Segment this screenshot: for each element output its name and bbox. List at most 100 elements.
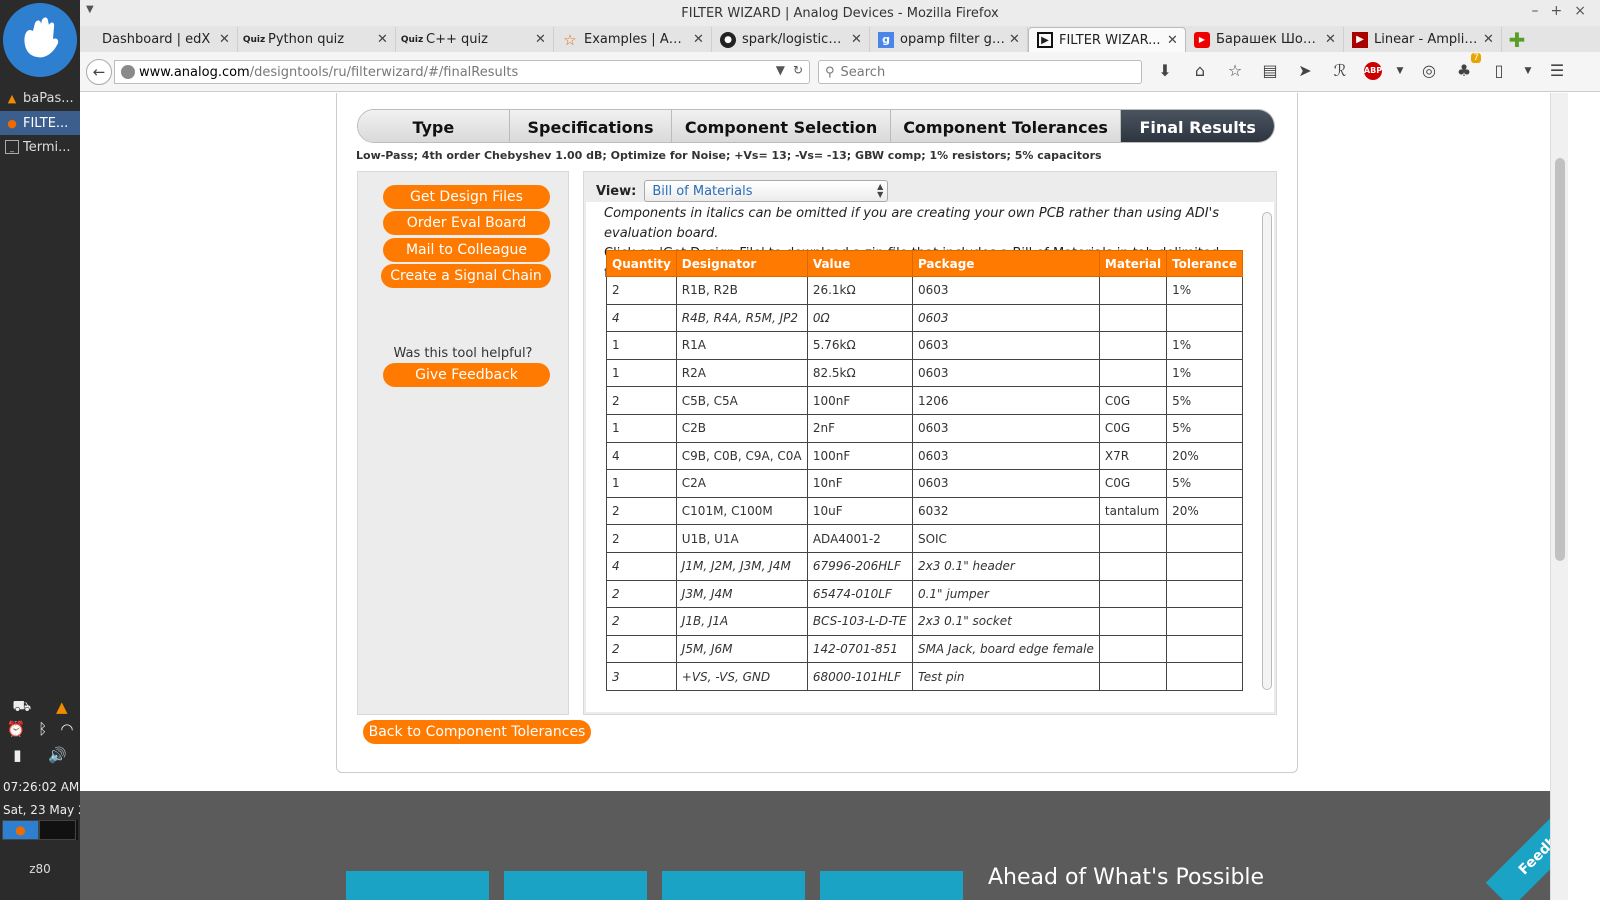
tab-google-search[interactable]: g opamp filter ge... ✕: [870, 27, 1028, 52]
minimize-icon[interactable]: –: [1532, 3, 1539, 19]
maximize-icon[interactable]: +: [1551, 3, 1563, 19]
footer-block[interactable]: [504, 871, 647, 900]
search-input[interactable]: ⚲ Search: [818, 60, 1142, 84]
cell-package: 2x3 0.1" socket: [911, 607, 1100, 636]
order-eval-board-button[interactable]: Order Eval Board: [383, 211, 550, 235]
back-to-component-tolerances-button[interactable]: Back to Component Tolerances: [363, 720, 591, 744]
new-tab-icon[interactable]: ✚: [1502, 27, 1532, 52]
downloads-icon[interactable]: ⬇: [1154, 61, 1176, 80]
taskbar-item-terminal[interactable]: _ Termi...: [0, 135, 80, 159]
footer-block[interactable]: [820, 871, 963, 900]
create-signal-chain-button[interactable]: Create a Signal Chain: [381, 264, 551, 288]
search-placeholder: Search: [840, 64, 886, 80]
table-row: 2 C5B, C5A 100nF 1206 C0G 5%: [606, 386, 1243, 415]
tab-close-icon[interactable]: ✕: [1483, 32, 1495, 47]
taskbar-item-vlc[interactable]: ▲ baPas...: [0, 86, 80, 110]
cell-designator: J1M, J2M, J3M, J4M: [675, 551, 808, 581]
google-icon: g: [878, 31, 894, 48]
mail-to-colleague-button[interactable]: Mail to Colleague: [383, 238, 550, 262]
cell-value: 26.1kΩ: [806, 276, 913, 305]
tab-close-icon[interactable]: ✕: [851, 32, 863, 47]
workspace-switcher[interactable]: ●: [2, 820, 78, 840]
wifi-icon[interactable]: ◠: [60, 720, 73, 738]
clipboard-icon[interactable]: ▯: [1488, 61, 1510, 80]
cell-material: C0G: [1098, 386, 1168, 415]
xfce-menu-logo-icon[interactable]: [3, 3, 77, 77]
tab-python-quiz[interactable]: Quiz Python quiz ✕: [238, 27, 396, 52]
translate-icon[interactable]: ℛ: [1329, 61, 1351, 80]
network-manager-icon[interactable]: ⛟: [12, 697, 31, 717]
step-type[interactable]: Type: [358, 110, 510, 142]
clipboard-dropdown-icon[interactable]: ▼: [1523, 66, 1533, 76]
reading-list-icon[interactable]: ▤: [1259, 61, 1281, 80]
step-component-selection[interactable]: Component Selection: [672, 110, 891, 142]
column-header-designator: Designator: [675, 250, 808, 277]
send-icon[interactable]: ➤: [1294, 61, 1316, 80]
bom-scrollbar[interactable]: [1262, 212, 1272, 690]
hamburger-menu-icon[interactable]: ☰: [1546, 61, 1568, 80]
tab-close-icon[interactable]: ✕: [377, 32, 389, 47]
window-menu-icon[interactable]: ▼: [86, 4, 94, 15]
tab-cpp-quiz[interactable]: Quiz C++ quiz ✕: [396, 27, 554, 52]
site-info-icon[interactable]: [121, 65, 135, 79]
adblock-icon[interactable]: ABP: [1364, 61, 1382, 80]
back-arrow-icon[interactable]: ←: [86, 59, 112, 85]
battery-icon[interactable]: ▮: [13, 746, 21, 764]
page-scrollbar-thumb[interactable]: [1555, 158, 1565, 561]
taskbar-item-firefox[interactable]: ● FILTE...: [0, 111, 80, 135]
close-icon[interactable]: ×: [1574, 3, 1586, 19]
tab-close-icon[interactable]: ✕: [693, 32, 705, 47]
tab-github-spark[interactable]: ● spark/logistic_r... ✕: [712, 27, 870, 52]
tab-close-icon[interactable]: ✕: [1009, 32, 1021, 47]
tab-title: Linear - Amplifi...: [1374, 32, 1479, 47]
footer-block[interactable]: [346, 871, 489, 900]
tray-row-2: ⏰ ᛒ ◠: [0, 720, 80, 738]
step-specifications[interactable]: Specifications: [509, 110, 673, 142]
clock-date[interactable]: Sat, 23 May 2: [0, 803, 80, 817]
tab-close-icon[interactable]: ✕: [1325, 32, 1337, 47]
firefox-icon: ●: [15, 823, 26, 837]
quiz-icon: Quiz: [242, 34, 266, 45]
bluetooth-icon[interactable]: ᛒ: [38, 720, 47, 738]
workspace-1[interactable]: ●: [2, 820, 39, 840]
cell-quantity: 4: [606, 551, 677, 581]
cell-material: [1098, 303, 1168, 333]
adblock-dropdown-icon[interactable]: ▼: [1395, 66, 1405, 76]
footer-block[interactable]: [662, 871, 805, 900]
alarm-clock-icon[interactable]: ⏰: [7, 720, 26, 738]
reload-icon[interactable]: ↻: [793, 63, 803, 77]
cell-designator: U1B, U1A: [675, 524, 808, 553]
cell-designator: C5B, C5A: [675, 386, 808, 415]
tab-close-icon[interactable]: ✕: [219, 32, 231, 47]
get-design-files-button[interactable]: Get Design Files: [383, 185, 550, 209]
tab-close-icon[interactable]: ✕: [1167, 33, 1179, 48]
tab-examples[interactable]: ☆ Examples | Ap... ✕: [554, 27, 712, 52]
cell-material: [1098, 276, 1168, 305]
view-select[interactable]: Bill of Materials ▲ ▼: [644, 180, 889, 202]
vlc-tray-icon[interactable]: ▲: [56, 698, 68, 716]
tab-filter-wizard[interactable]: ▶ FILTER WIZAR... ✕: [1028, 27, 1186, 52]
step-component-tolerances[interactable]: Component Tolerances: [890, 110, 1122, 142]
cell-tolerance: [1166, 524, 1243, 553]
step-final-results[interactable]: Final Results: [1121, 110, 1274, 142]
workspace-2[interactable]: [39, 820, 76, 840]
cell-package: 0603: [911, 358, 1100, 388]
home-icon[interactable]: ⌂: [1189, 61, 1211, 80]
url-bar[interactable]: www.analog.com/designtools/ru/filterwiza…: [114, 60, 810, 84]
cell-designator: J3M, J4M: [675, 579, 808, 609]
notifications-icon[interactable]: ♣ 7: [1453, 53, 1481, 80]
vlc-icon: ▲: [7, 91, 17, 105]
tab-linear[interactable]: ▶ Linear - Amplifi... ✕: [1344, 27, 1502, 52]
clock-time[interactable]: 07:26:02 AM: [0, 780, 80, 794]
volume-icon[interactable]: 🔊: [48, 746, 67, 764]
tab-edx-dashboard[interactable]: Dashboard | edX ✕: [80, 27, 238, 52]
cell-package: 6032: [911, 496, 1100, 526]
give-feedback-button[interactable]: Give Feedback: [383, 363, 550, 387]
tab-youtube[interactable]: ▶ Барашек Шон ... ✕: [1186, 27, 1344, 52]
bookmark-star-icon[interactable]: ☆: [1224, 61, 1246, 80]
cell-package: 0603: [911, 303, 1100, 333]
page-scrollbar[interactable]: [1550, 93, 1568, 900]
url-history-dropdown-icon[interactable]: ▼: [776, 63, 785, 77]
chat-icon[interactable]: ◎: [1418, 61, 1440, 80]
tab-close-icon[interactable]: ✕: [535, 32, 547, 47]
